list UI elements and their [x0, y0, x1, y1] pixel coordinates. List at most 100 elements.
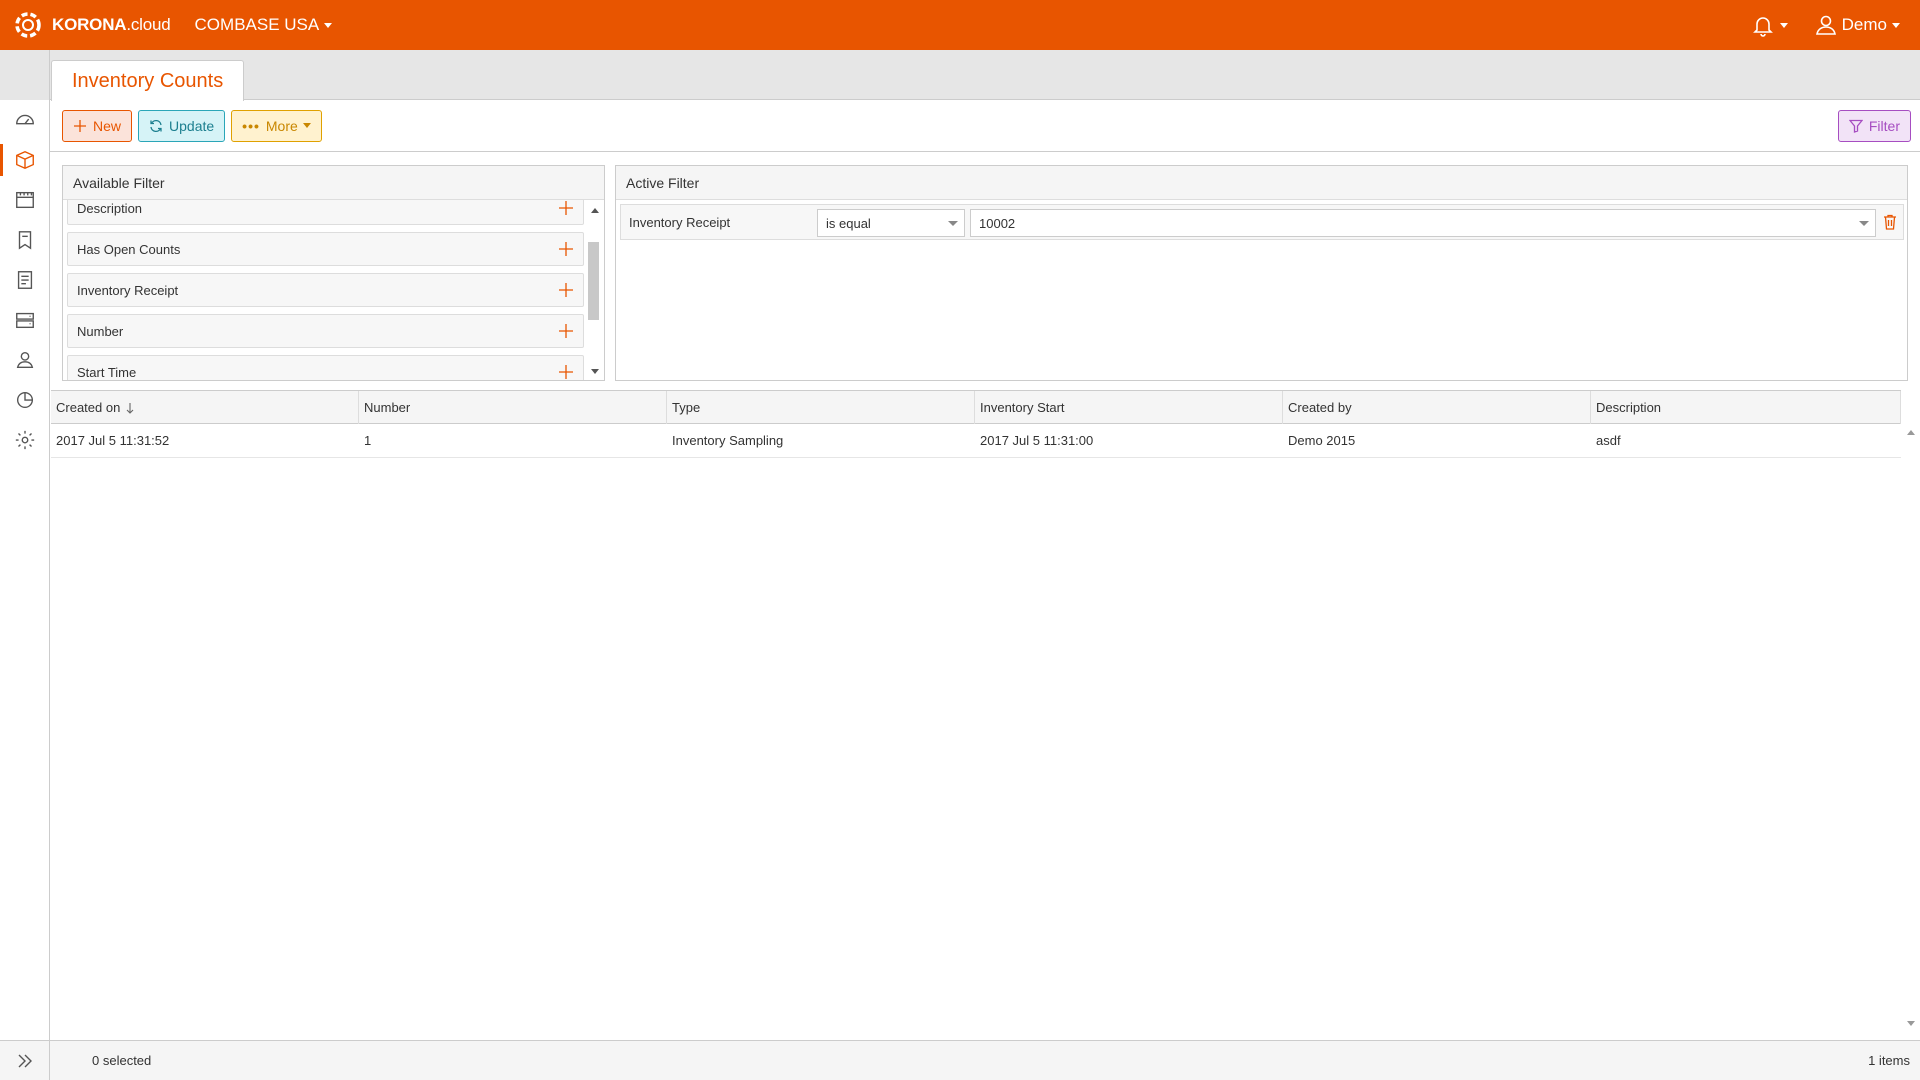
tab-inventory-counts[interactable]: Inventory Counts — [51, 60, 245, 101]
filter-option-label: Start Time — [77, 364, 137, 380]
funnel-icon — [1848, 119, 1863, 133]
new-button-label: New — [93, 117, 122, 134]
column-label: Inventory Start — [980, 400, 1065, 415]
operator-select[interactable]: is equal — [817, 209, 965, 237]
selected-count: 0 selected — [92, 1053, 152, 1068]
filter-option-label: Number — [77, 323, 124, 339]
expand-sidebar-button[interactable] — [0, 1040, 50, 1080]
inventory-counts-table: Created on Number Type Inventory Start C… — [51, 390, 1920, 1040]
cell-created-on: 2017 Jul 5 11:31:52 — [56, 433, 170, 448]
user-menu[interactable]: Demo — [1814, 13, 1900, 37]
list-item[interactable]: Number — [67, 314, 584, 348]
scroll-up-icon[interactable] — [591, 208, 599, 213]
sidebar — [0, 100, 50, 1040]
scroll-up-icon[interactable] — [1907, 430, 1915, 435]
column-label: Created on — [56, 400, 121, 415]
sidebar-item-pos[interactable] — [0, 300, 50, 340]
plus-icon[interactable] — [557, 281, 575, 299]
plus-icon[interactable] — [557, 240, 575, 258]
ellipsis-icon: ••• — [242, 117, 260, 134]
available-filter-panel: Available Filter Description Has Open Co… — [62, 165, 605, 381]
chevron-down-icon — [1892, 22, 1900, 28]
barcode-icon — [16, 191, 34, 209]
active-filter-panel: Active Filter Inventory Receipt is equal… — [615, 165, 1908, 381]
user-icon — [1815, 15, 1836, 35]
user-name: Demo — [1841, 15, 1887, 34]
box-icon — [16, 150, 34, 170]
sidebar-item-inventory[interactable] — [0, 140, 50, 180]
list-item[interactable]: Description — [67, 200, 584, 225]
bell-icon — [1752, 17, 1773, 37]
update-button[interactable]: Update — [138, 109, 226, 142]
list-item[interactable]: Has Open Counts — [67, 232, 584, 266]
active-filter-row: Inventory Receipt is equal 10002 — [620, 204, 1904, 240]
status-bar: 0 selected 1 items — [0, 1040, 1920, 1080]
refresh-icon — [150, 119, 162, 132]
pie-chart-icon — [16, 391, 34, 409]
available-filter-title: Available Filter — [63, 166, 604, 200]
gear-icon — [15, 430, 35, 450]
update-button-label: Update — [169, 117, 215, 134]
active-filter-field: Inventory Receipt — [629, 215, 731, 230]
table-header: Created on Number Type Inventory Start C… — [51, 390, 1901, 424]
filter-value-field[interactable]: 10002 — [970, 209, 1876, 237]
sort-descending-icon — [126, 402, 134, 414]
sidebar-item-dashboard[interactable] — [0, 100, 50, 140]
sidebar-item-settings[interactable] — [0, 420, 50, 460]
filter-button-label: Filter — [1868, 118, 1900, 134]
company-selector[interactable]: COMBASE USA — [195, 15, 333, 35]
available-filter-list: Description Has Open Counts Inventory Re… — [63, 200, 585, 380]
scroll-down-icon[interactable] — [591, 369, 599, 374]
chevron-down-icon — [302, 123, 311, 128]
cell-inventory-start: 2017 Jul 5 11:31:00 — [980, 433, 1094, 448]
cell-created-by: Demo 2015 — [1288, 433, 1356, 448]
sidebar-header-filler — [0, 50, 50, 100]
list-item[interactable]: Inventory Receipt — [67, 273, 584, 307]
korona-logo-icon — [15, 12, 41, 38]
cell-description: asdf — [1596, 433, 1621, 448]
scroll-thumb[interactable] — [588, 242, 599, 320]
trash-icon[interactable] — [1881, 213, 1899, 231]
chevron-down-icon — [1779, 22, 1788, 28]
new-button[interactable]: New — [62, 109, 133, 142]
filter-button[interactable]: Filter — [1837, 110, 1911, 142]
filter-option-label: Description — [77, 200, 143, 216]
column-header-description[interactable]: Description — [1591, 391, 1901, 424]
double-chevron-right-icon — [18, 1054, 32, 1067]
chevron-down-icon — [1859, 221, 1869, 226]
scroll-down-icon[interactable] — [1907, 1021, 1915, 1026]
filter-value: 10002 — [979, 215, 1016, 231]
sidebar-item-statistics[interactable] — [0, 380, 50, 420]
active-filter-title: Active Filter — [616, 166, 1907, 200]
column-label: Description — [1596, 400, 1662, 415]
column-header-created-by[interactable]: Created by — [1283, 391, 1591, 424]
column-header-number[interactable]: Number — [359, 391, 667, 424]
plus-icon[interactable] — [557, 200, 575, 217]
column-header-type[interactable]: Type — [667, 391, 975, 424]
sidebar-item-products[interactable] — [0, 180, 50, 220]
table-row[interactable]: 2017 Jul 5 11:31:52 1 Inventory Sampling… — [51, 424, 1901, 458]
plus-icon[interactable] — [557, 363, 575, 380]
available-filter-scrollbar[interactable] — [586, 200, 602, 380]
more-button[interactable]: ••• More — [231, 109, 322, 142]
dashboard-icon — [16, 114, 34, 125]
cell-type: Inventory Sampling — [672, 433, 784, 448]
plus-icon[interactable] — [557, 322, 575, 340]
register-icon — [16, 312, 34, 329]
cell-number: 1 — [364, 433, 372, 448]
notifications-button[interactable] — [1751, 13, 1788, 37]
sidebar-item-customers[interactable] — [0, 340, 50, 380]
plus-icon — [74, 119, 86, 132]
sidebar-item-receipts[interactable] — [0, 220, 50, 260]
column-header-inventory-start[interactable]: Inventory Start — [975, 391, 1283, 424]
document-icon — [17, 271, 33, 289]
column-header-created-on[interactable]: Created on — [51, 391, 359, 424]
toolbar: New Update ••• More Filter — [50, 100, 1920, 152]
list-item[interactable]: Start Time — [67, 355, 584, 380]
chevron-down-icon — [948, 221, 958, 226]
korona-logo[interactable]: KORONA.cloud — [10, 7, 171, 43]
table-scrollbar[interactable] — [1902, 424, 1920, 1028]
operator-value: is equal — [826, 215, 871, 231]
items-count: 1 items — [1868, 1053, 1910, 1068]
sidebar-item-documents[interactable] — [0, 260, 50, 300]
